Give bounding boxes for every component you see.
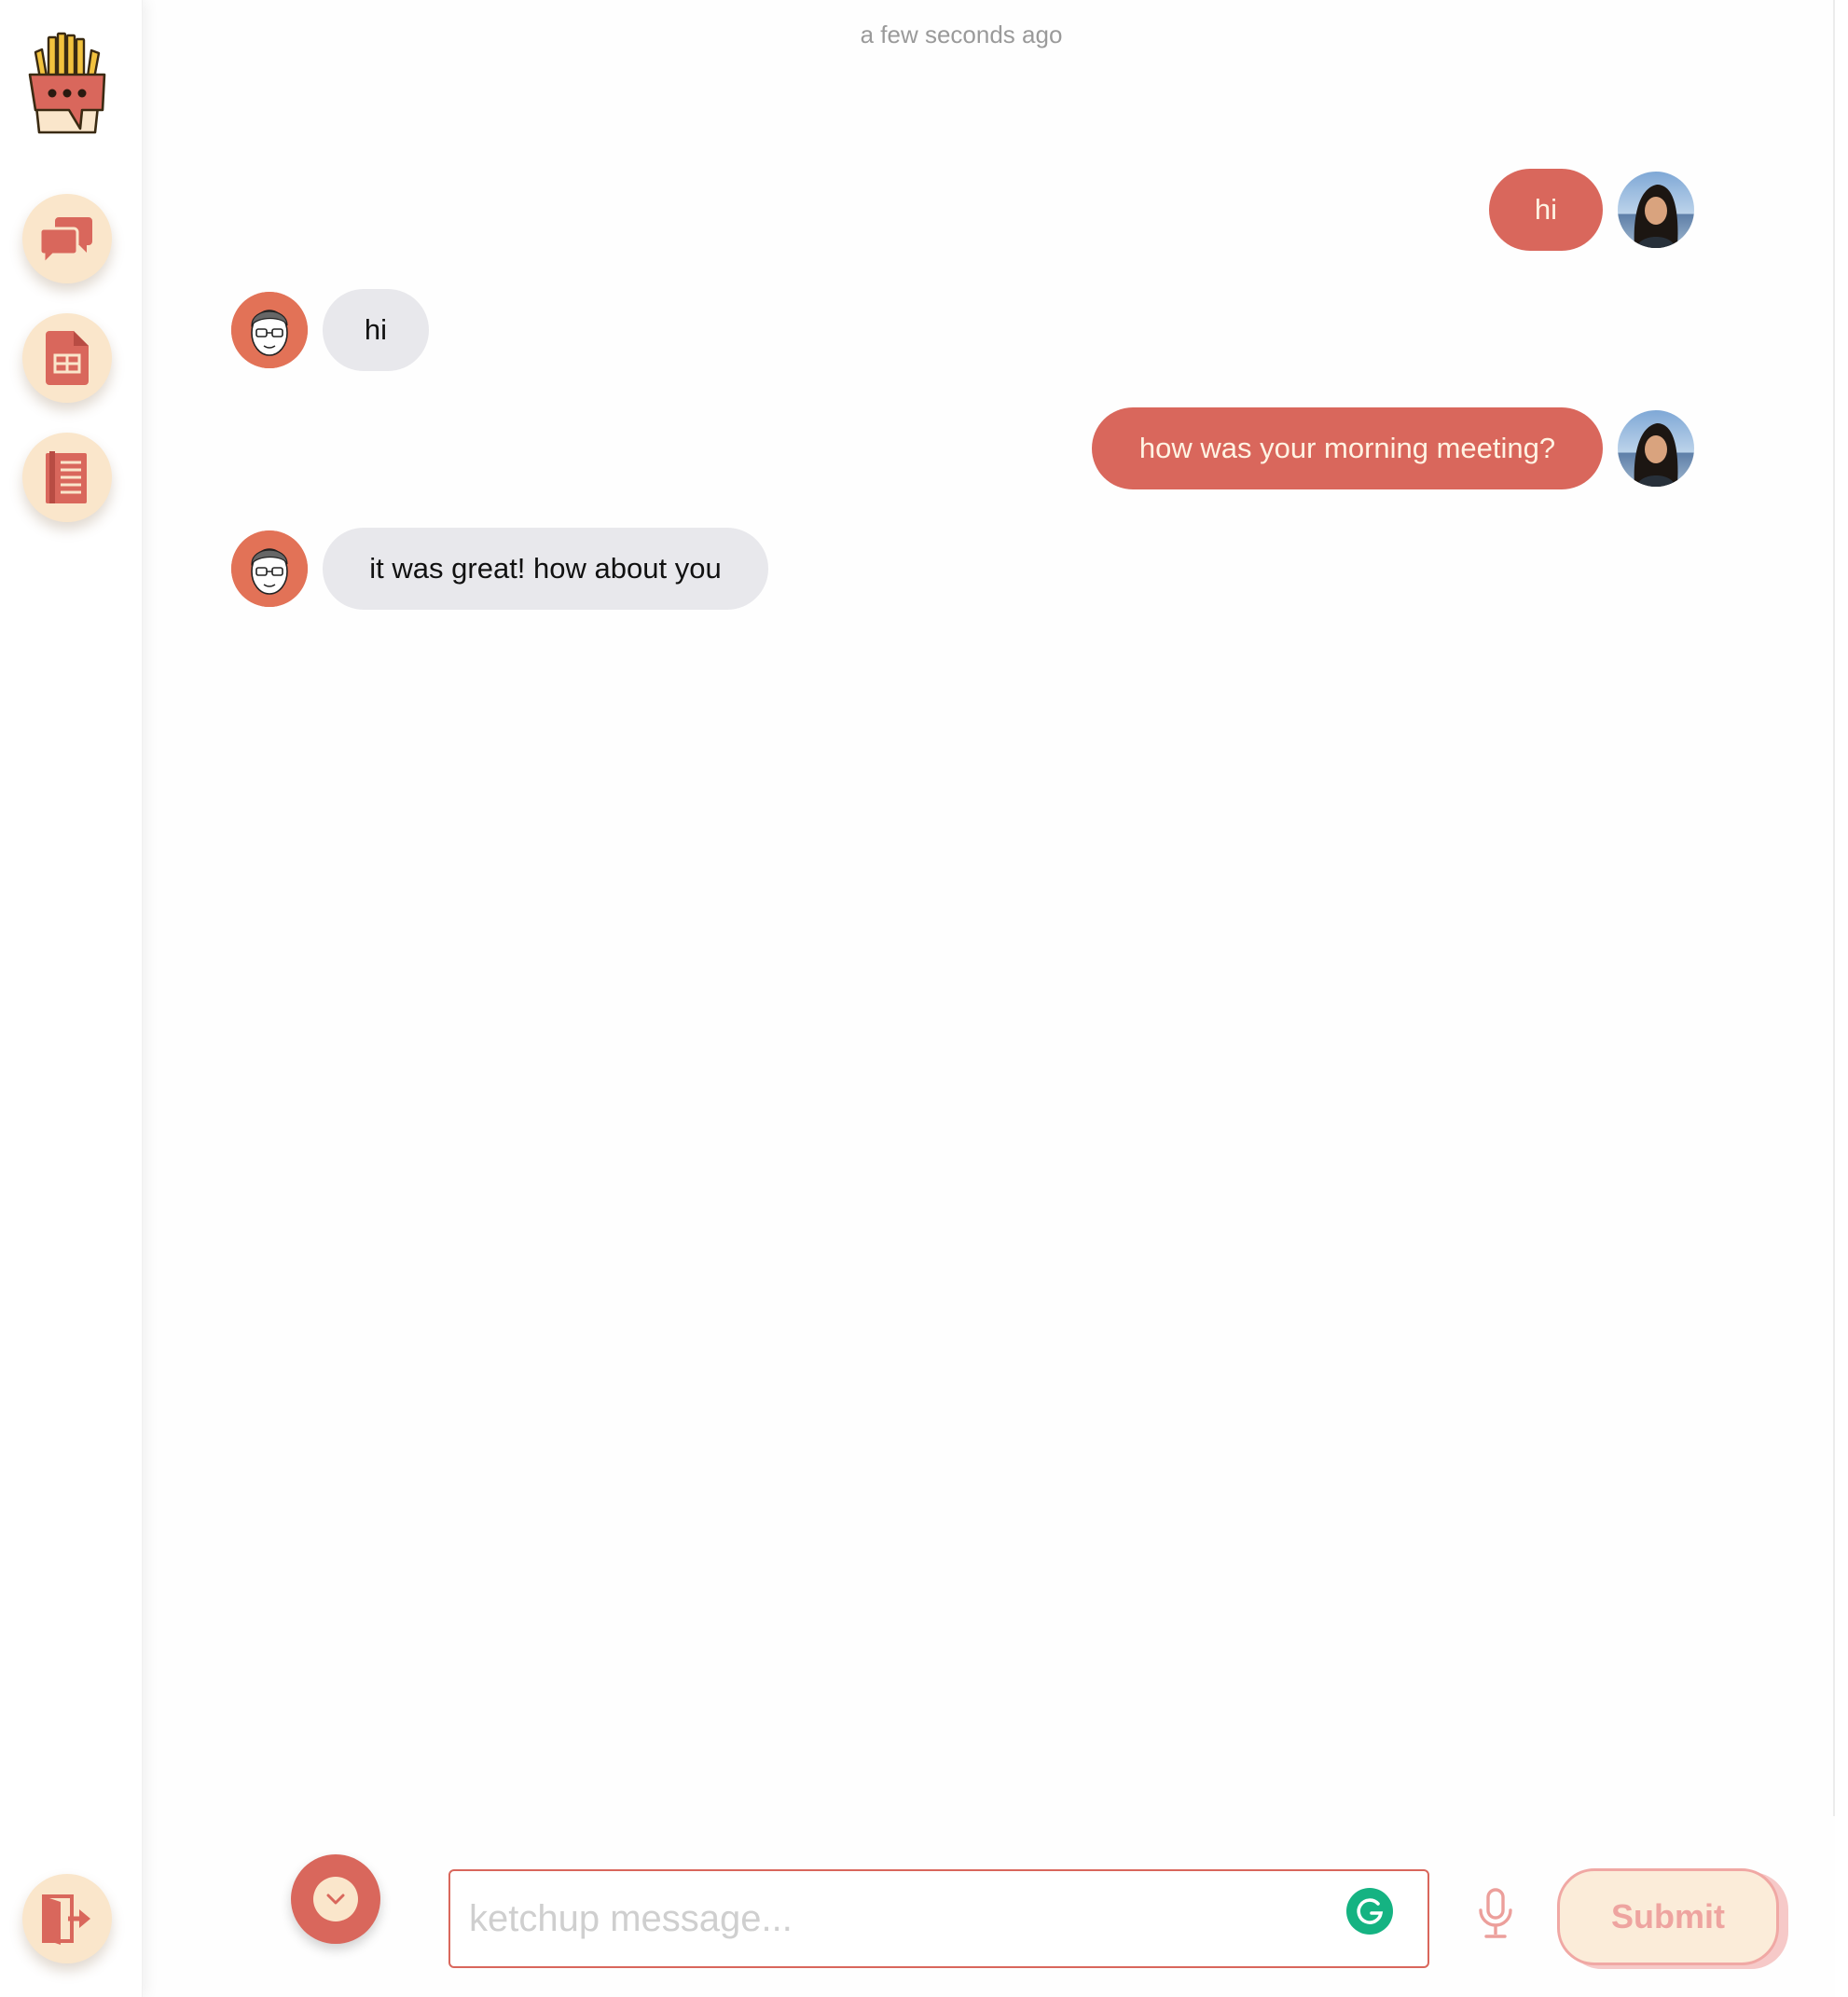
sidebar	[0, 0, 143, 1997]
message-input[interactable]	[448, 1869, 1429, 1968]
scrollbar-track	[1833, 0, 1835, 1816]
message-bubble[interactable]: hi	[323, 289, 429, 371]
avatar[interactable]	[231, 292, 308, 368]
logout-door-icon	[40, 1893, 94, 1945]
chat-bubbles-icon	[40, 212, 94, 266]
message-row-outgoing: how was your morning meeting?	[1092, 407, 1694, 489]
document-table-icon	[46, 331, 89, 385]
scroll-down-button[interactable]	[291, 1854, 380, 1944]
logout-button[interactable]	[22, 1874, 112, 1963]
avatar[interactable]	[231, 530, 308, 607]
message-row-outgoing: hi	[1489, 169, 1694, 251]
nav-notebook-button[interactable]	[22, 433, 112, 522]
message-bubble[interactable]: how was your morning meeting?	[1092, 407, 1603, 489]
message-composer: Submit	[142, 1846, 1835, 1997]
chat-panel: a few seconds ago hi hi how was your mor…	[142, 0, 1835, 1997]
message-row-incoming: hi	[231, 289, 429, 371]
avatar[interactable]	[1618, 410, 1694, 487]
nav-chats-button[interactable]	[22, 194, 112, 283]
chevron-down-icon	[313, 1877, 358, 1921]
notebook-icon	[44, 449, 90, 505]
submit-button[interactable]: Submit	[1557, 1868, 1779, 1965]
message-bubble[interactable]: it was great! how about you	[323, 528, 768, 610]
nav-documents-button[interactable]	[22, 313, 112, 403]
microphone-icon[interactable]	[1469, 1881, 1522, 1947]
message-bubble[interactable]: hi	[1489, 169, 1603, 251]
message-row-incoming: it was great! how about you	[231, 528, 768, 610]
message-timestamp: a few seconds ago	[860, 21, 1063, 48]
grammarly-icon[interactable]	[1346, 1888, 1393, 1935]
fries-chat-logo-icon[interactable]	[28, 32, 106, 140]
avatar[interactable]	[1618, 172, 1694, 248]
